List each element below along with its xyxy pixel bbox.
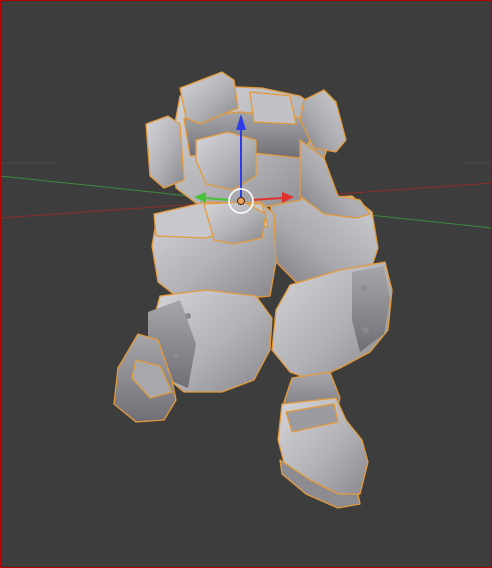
object-origin bbox=[237, 197, 245, 205]
left-knee-bolt bbox=[185, 313, 191, 319]
3d-viewport[interactable] bbox=[0, 0, 492, 568]
right-knee-bolt bbox=[361, 285, 367, 291]
left-leg[interactable] bbox=[113, 201, 277, 423]
left-thigh-buckle[interactable] bbox=[203, 201, 267, 245]
side-pouch-left[interactable] bbox=[145, 115, 185, 189]
left-knee-bolt bbox=[173, 353, 179, 359]
right-leg[interactable] bbox=[269, 195, 393, 509]
right-knee-inner bbox=[352, 266, 390, 352]
hip-center-buckle[interactable] bbox=[195, 131, 257, 191]
right-knee-bolt bbox=[363, 327, 369, 333]
armored-legs-mesh[interactable] bbox=[113, 71, 393, 509]
belt-webbing bbox=[249, 91, 297, 125]
viewport-canvas[interactable] bbox=[0, 0, 492, 568]
hip-section[interactable] bbox=[145, 71, 371, 219]
